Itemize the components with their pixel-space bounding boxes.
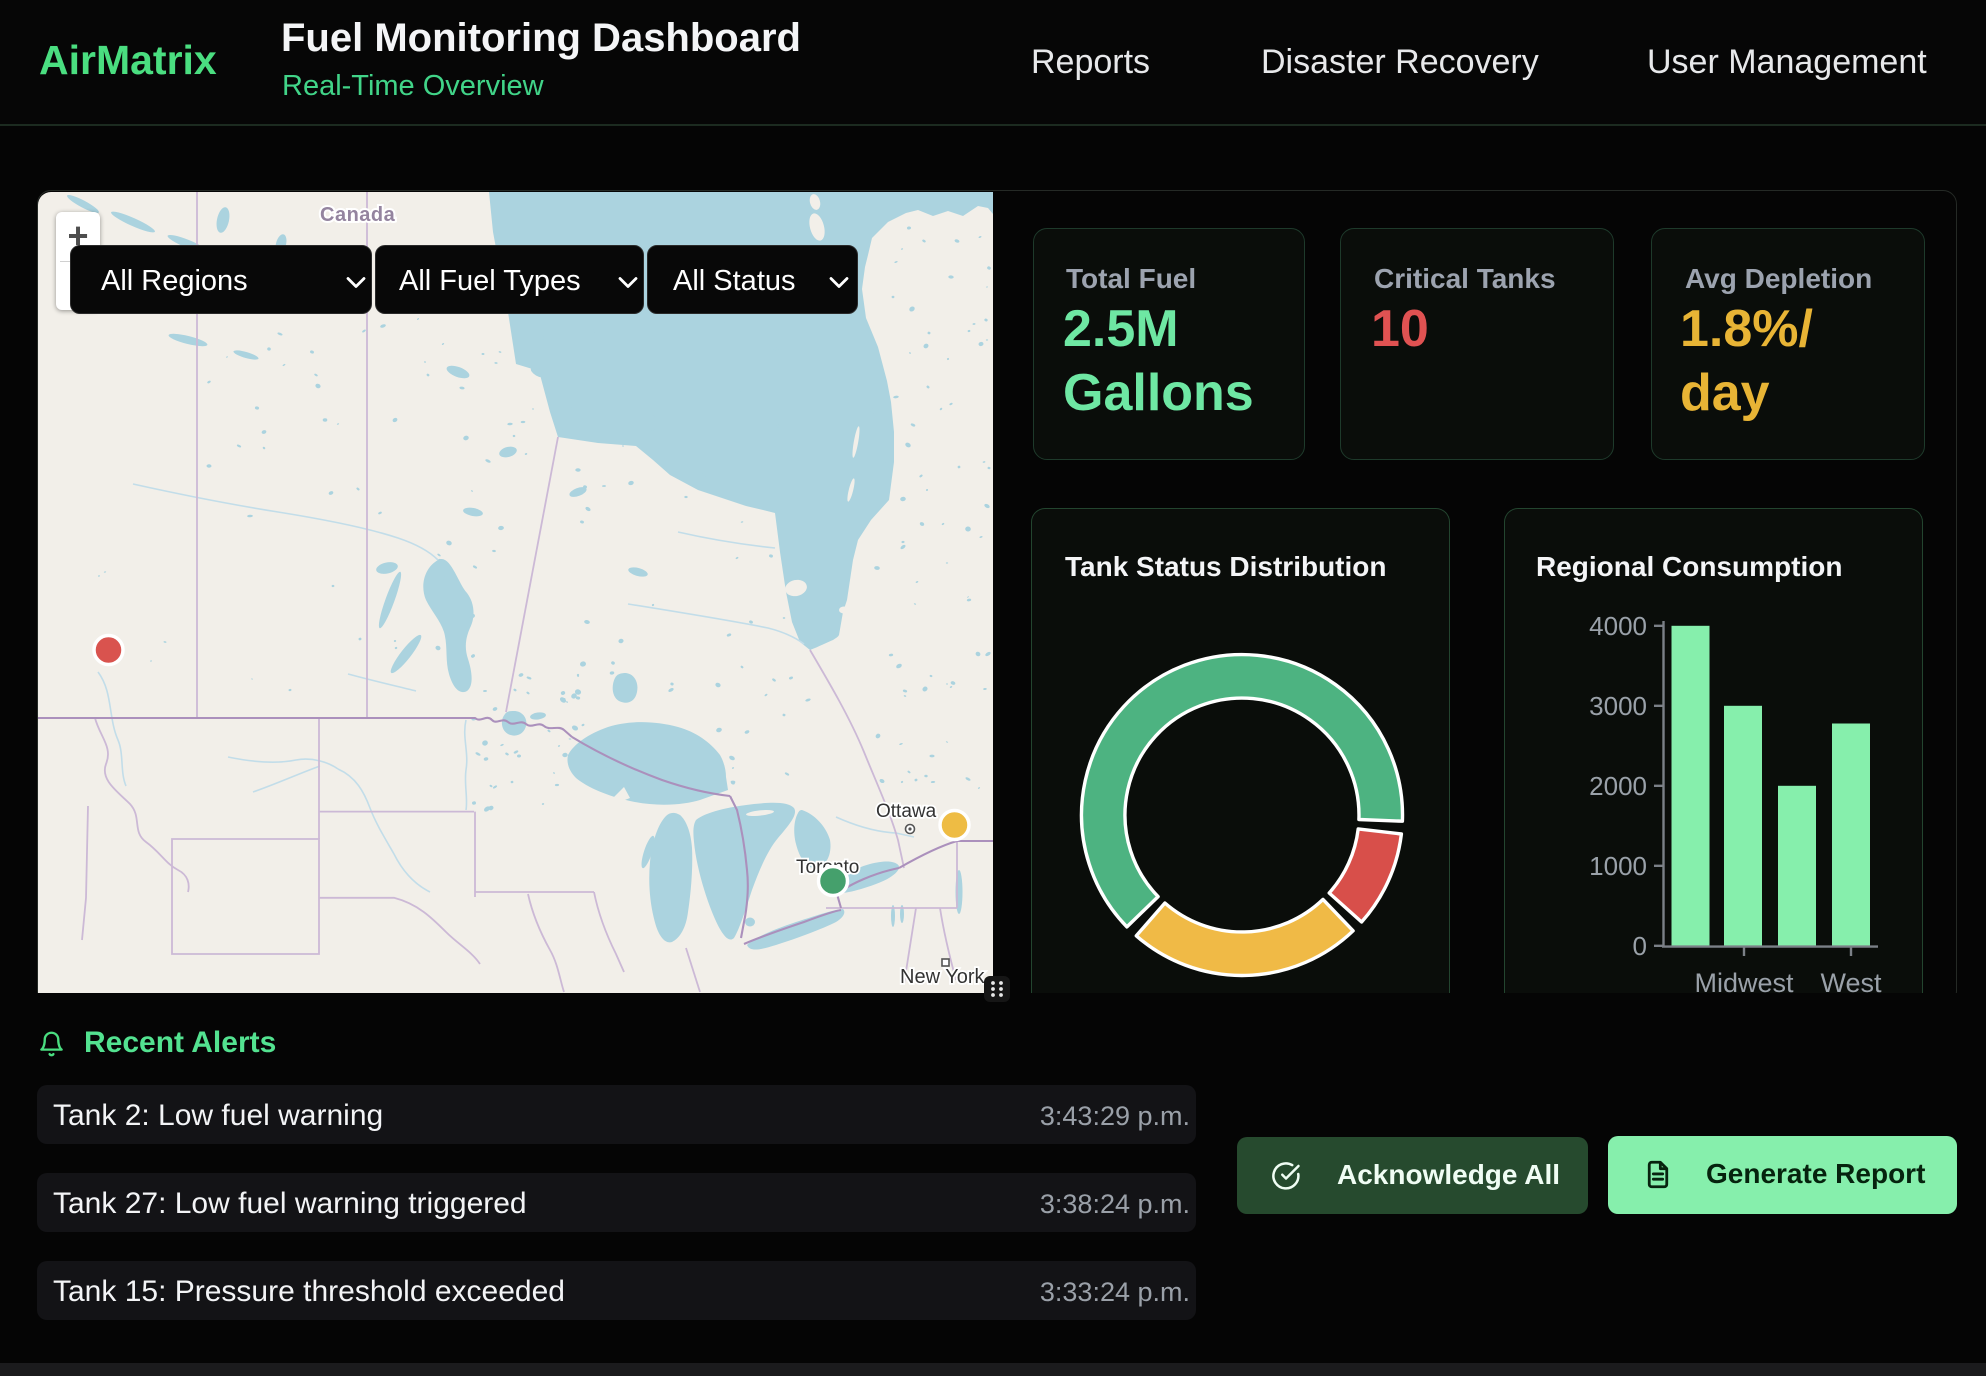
svg-text:New York: New York xyxy=(900,966,985,988)
svg-text:West: West xyxy=(1820,968,1882,993)
svg-text:4000: 4000 xyxy=(1589,611,1647,641)
svg-text:1000: 1000 xyxy=(1589,851,1647,881)
svg-text:Canada: Canada xyxy=(320,204,396,226)
svg-text:2000: 2000 xyxy=(1589,771,1647,801)
svg-text:0: 0 xyxy=(1633,931,1647,961)
svg-text:Ottawa: Ottawa xyxy=(876,801,937,822)
svg-text:3000: 3000 xyxy=(1589,691,1647,721)
svg-text:Midwest: Midwest xyxy=(1694,968,1794,993)
